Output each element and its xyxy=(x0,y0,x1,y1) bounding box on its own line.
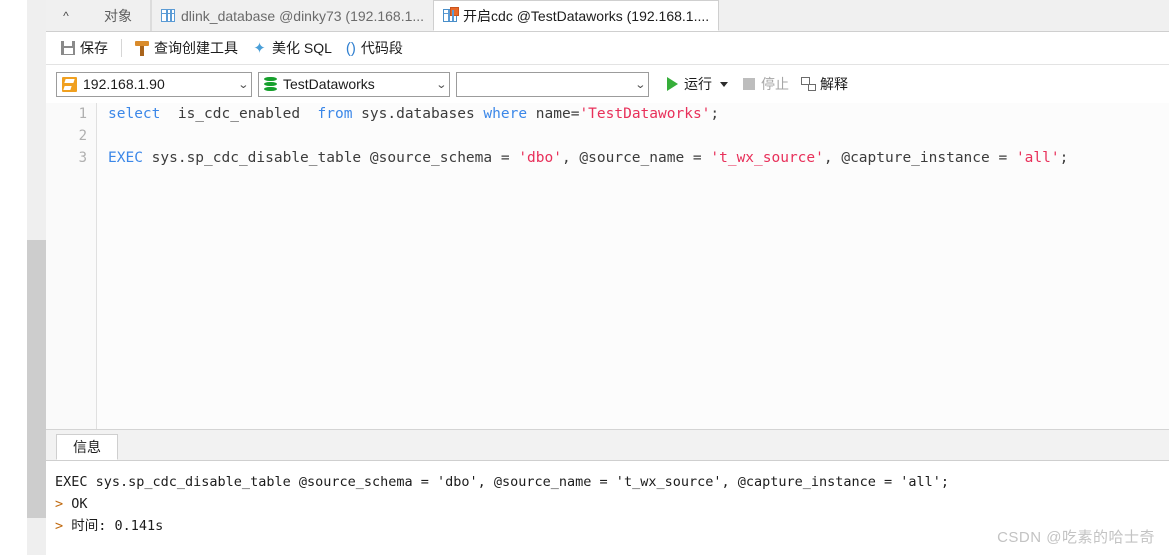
code-token: 'dbo' xyxy=(518,150,562,166)
query-tool-icon xyxy=(135,40,149,56)
tab-object-panel[interactable]: 对象 xyxy=(86,0,151,31)
table-grid-accent-icon xyxy=(443,7,460,22)
editor-line-number: 2 xyxy=(78,128,87,144)
editor-code-line: select is_cdc_enabled from sys.databases… xyxy=(108,103,1169,125)
sql-editor[interactable]: 1 2 3 select is_cdc_enabled from sys.datab… xyxy=(46,103,1169,430)
code-snippet-label: 代码段 xyxy=(360,40,403,56)
left-vertical-scrollbar-thumb[interactable] xyxy=(27,240,46,518)
chevron-down-icon: ⌄ xyxy=(237,78,249,91)
left-rail xyxy=(0,0,28,555)
results-tab-bar: 信息 xyxy=(46,430,1169,461)
editor-code-line: EXEC sys.sp_cdc_disable_table @source_sc… xyxy=(108,147,1169,169)
tab-messages[interactable]: 信息 xyxy=(56,434,118,460)
connection-toolbar: 192.168.1.90 ⌄ TestDataworks ⌄ ⌄ 运行 停止 解… xyxy=(46,65,1169,103)
server-select-value: 192.168.1.90 xyxy=(83,76,165,92)
tab-scroll-chevron-icon[interactable]: ^ xyxy=(46,0,86,31)
code-token: name= xyxy=(527,106,580,122)
code-token: 'all' xyxy=(1015,150,1060,166)
message-line: EXEC sys.sp_cdc_disable_table @source_sc… xyxy=(55,471,1169,493)
code-token: ; xyxy=(710,106,720,122)
editor-toolbar: 保存 查询创建工具 ✦ 美化 SQL () 代码段 xyxy=(46,32,1169,65)
message-text: OK xyxy=(63,496,88,512)
code-token: , @capture_instance = xyxy=(823,150,1016,166)
tab-dlink-database-label: dlink_database @dinky73 (192.168.1... xyxy=(181,7,425,24)
run-button-label: 运行 xyxy=(684,76,712,92)
run-dropdown-caret-down-icon[interactable] xyxy=(720,81,728,87)
code-token: ; xyxy=(1059,150,1069,166)
code-token: is_cdc_enabled xyxy=(160,106,318,122)
schema-select[interactable]: ⌄ xyxy=(456,71,649,97)
code-token: 't_wx_source' xyxy=(710,150,824,166)
stop-button-label: 停止 xyxy=(761,76,789,92)
code-token: from xyxy=(317,106,353,122)
tab-object-panel-label: 对象 xyxy=(104,7,132,24)
save-button-label: 保存 xyxy=(80,40,108,56)
editor-line-number-gutter: 1 2 3 xyxy=(46,103,97,429)
save-disk-icon xyxy=(61,41,75,55)
message-arrow-marker: > xyxy=(55,496,64,512)
editor-code-area[interactable]: select is_cdc_enabled from sys.databases… xyxy=(97,103,1169,429)
message-line: > OK xyxy=(55,493,1169,515)
toolbar-divider xyxy=(121,39,122,57)
tab-kaiqi-cdc[interactable]: 开启cdc @TestDataworks (192.168.1.... xyxy=(433,0,720,31)
code-token: sys.databases xyxy=(352,106,484,122)
execution-controls: 运行 停止 解释 xyxy=(661,71,853,97)
code-token: sys.sp_cdc_disable_table @source_schema … xyxy=(142,150,519,166)
code-snippet-button[interactable]: () 代码段 xyxy=(339,35,410,61)
chevron-down-icon: ⌄ xyxy=(634,78,646,91)
beautify-sql-button[interactable]: ✦ 美化 SQL xyxy=(245,35,339,61)
explain-plan-icon xyxy=(801,77,816,91)
database-select[interactable]: TestDataworks ⌄ xyxy=(258,71,450,97)
stop-square-icon xyxy=(743,78,755,90)
server-icon xyxy=(62,76,77,92)
tab-messages-label: 信息 xyxy=(73,439,101,455)
tab-dlink-database[interactable]: dlink_database @dinky73 (192.168.1... xyxy=(151,0,435,31)
message-arrow-marker: > xyxy=(55,518,64,534)
chevron-down-icon: ⌄ xyxy=(435,78,447,91)
explain-button[interactable]: 解释 xyxy=(796,71,853,97)
beautify-sql-label: 美化 SQL xyxy=(272,40,332,56)
server-select[interactable]: 192.168.1.90 ⌄ xyxy=(56,71,252,97)
play-triangle-icon xyxy=(667,77,678,91)
editor-line-number: 3 xyxy=(78,150,87,166)
code-token: select xyxy=(108,106,161,122)
editor-tab-strip: ^ 对象 dlink_database @dinky73 (192.168.1.… xyxy=(46,0,1169,32)
message-text: 时间: 0.141s xyxy=(63,518,164,534)
code-token: , @source_name = xyxy=(561,150,711,166)
editor-line-number: 1 xyxy=(78,106,87,122)
results-tab-bar-empty xyxy=(118,434,1169,461)
save-button[interactable]: 保存 xyxy=(54,35,115,61)
database-icon xyxy=(264,76,277,92)
query-builder-label: 查询创建工具 xyxy=(154,40,238,56)
editor-code-line xyxy=(108,125,1169,147)
code-token: where xyxy=(483,106,528,122)
magic-wand-icon: ✦ xyxy=(253,39,266,57)
explain-button-label: 解释 xyxy=(820,76,848,92)
database-select-value: TestDataworks xyxy=(283,76,375,92)
code-token: EXEC xyxy=(108,150,143,166)
run-button[interactable]: 运行 xyxy=(661,71,716,97)
watermark-text: CSDN @吃素的哈士奇 xyxy=(997,529,1155,546)
code-token: 'TestDataworks' xyxy=(579,106,711,122)
tab-kaiqi-cdc-label: 开启cdc @TestDataworks (192.168.1.... xyxy=(463,7,710,24)
table-grid-icon xyxy=(161,9,175,22)
parentheses-icon: () xyxy=(345,39,356,57)
query-builder-button[interactable]: 查询创建工具 xyxy=(128,35,245,61)
tab-strip-empty-area xyxy=(718,0,1169,31)
message-text: EXEC sys.sp_cdc_disable_table @source_sc… xyxy=(55,474,950,490)
stop-button[interactable]: 停止 xyxy=(738,71,794,97)
